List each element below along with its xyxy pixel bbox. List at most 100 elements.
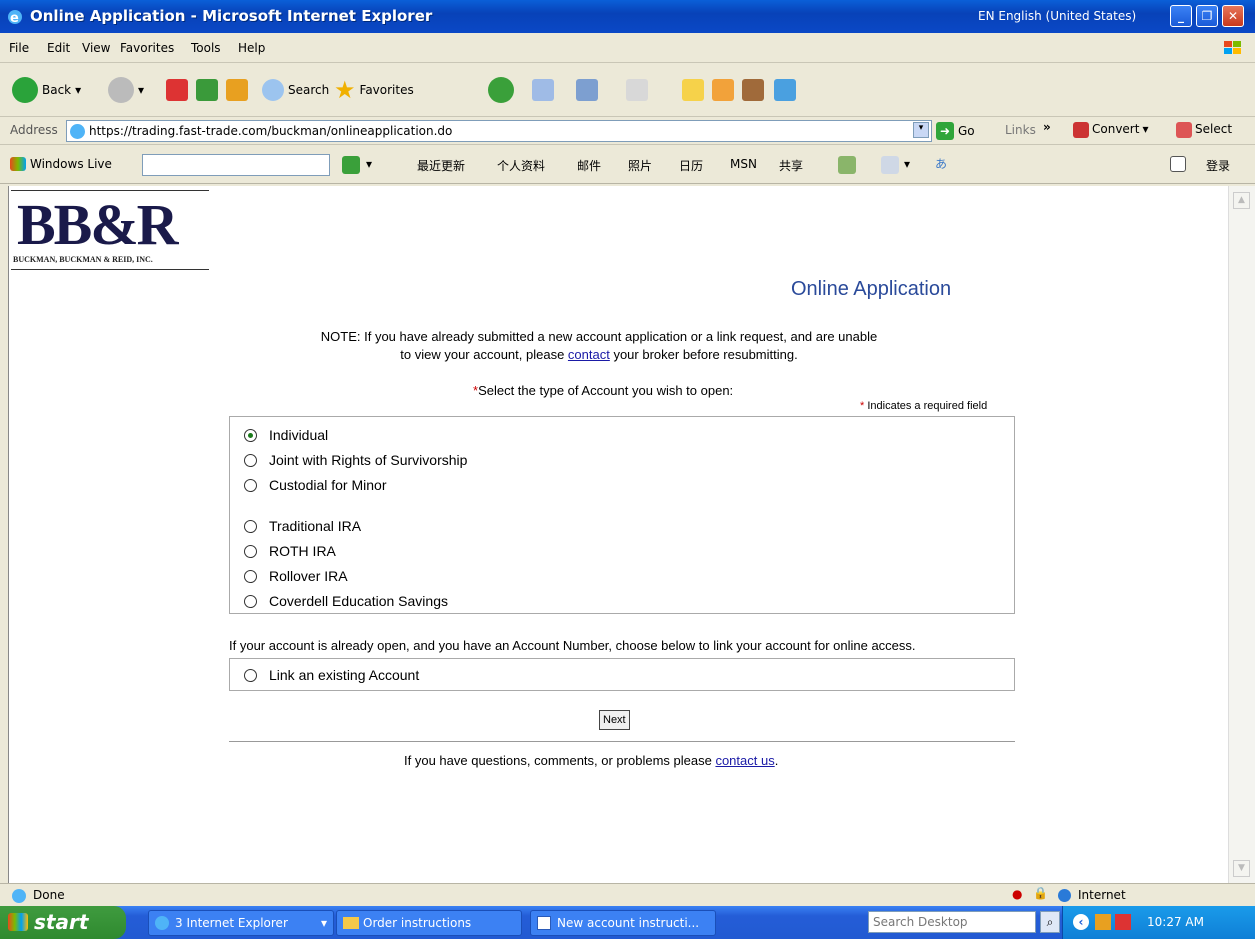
menu-help[interactable]: Help <box>238 41 265 55</box>
option-individual[interactable]: Individual <box>244 427 328 443</box>
live-search-icon[interactable] <box>342 156 360 174</box>
form-fill-dropdown[interactable]: ▾ <box>904 157 910 171</box>
contact-us-link[interactable]: contact us <box>715 753 774 768</box>
go-button[interactable]: ➜ Go <box>936 122 975 140</box>
links-label[interactable]: Links <box>1005 123 1036 137</box>
mail-icon[interactable] <box>532 79 554 101</box>
note-icon[interactable] <box>682 79 704 101</box>
tray-security-icon[interactable] <box>1115 914 1131 930</box>
bbr-logo[interactable]: BB&R BUCKMAN, BUCKMAN & REID, INC. <box>11 190 209 270</box>
menu-edit[interactable]: Edit <box>47 41 70 55</box>
next-button[interactable]: Next <box>599 710 630 730</box>
ie-task-icon <box>155 916 169 930</box>
pen-icon[interactable] <box>712 79 734 101</box>
tray-network-icon[interactable] <box>1095 914 1111 930</box>
live-item-photos[interactable]: 照片 <box>628 157 652 174</box>
required-note: * Indicates a required field <box>860 400 988 412</box>
live-item-msn[interactable]: MSN <box>730 157 757 171</box>
links-chevron-icon[interactable]: » <box>1043 120 1051 134</box>
live-item-calendar[interactable]: 日历 <box>679 157 703 174</box>
restore-button[interactable]: ❐ <box>1196 5 1218 27</box>
checkbox-icon[interactable] <box>1170 156 1186 172</box>
radio-roth-ira[interactable] <box>244 544 257 558</box>
convert-button[interactable]: Convert ▾ <box>1073 122 1148 138</box>
window-titlebar[interactable]: e Online Application - Microsoft Interne… <box>0 0 1255 33</box>
tray-expand-icon[interactable]: ‹ <box>1073 914 1089 930</box>
folder-icon <box>343 917 359 929</box>
desktop-search-icon[interactable]: ⌕ <box>1040 911 1060 933</box>
option-joint[interactable]: Joint with Rights of Survivorship <box>244 452 467 468</box>
back-button[interactable]: Back ▾ <box>12 77 81 103</box>
radio-coverdell[interactable] <box>244 594 257 608</box>
radio-joint[interactable] <box>244 453 257 467</box>
form-fill-icon[interactable] <box>881 156 899 174</box>
task-order-instructions[interactable]: Order instructions <box>336 910 522 936</box>
refresh-icon[interactable] <box>196 79 218 101</box>
status-text: Done <box>33 888 65 902</box>
radio-traditional-ira[interactable] <box>244 519 257 533</box>
contact-link[interactable]: contact <box>568 347 610 362</box>
account-type-group: Individual Joint with Rights of Survivor… <box>229 416 1015 614</box>
menu-tools[interactable]: Tools <box>191 41 221 55</box>
translate-icon[interactable]: あ <box>935 155 947 172</box>
address-label: Address <box>10 123 58 137</box>
live-item-profile[interactable]: 个人资料 <box>497 157 545 174</box>
radio-rollover-ira[interactable] <box>244 569 257 583</box>
option-traditional-ira[interactable]: Traditional IRA <box>244 518 361 534</box>
forward-button[interactable]: ▾ <box>108 77 144 103</box>
option-link-account[interactable]: Link an existing Account <box>244 667 419 683</box>
close-button[interactable]: ✕ <box>1222 5 1244 27</box>
vertical-scrollbar[interactable]: ▲ ▼ <box>1228 186 1255 883</box>
research-icon[interactable] <box>742 79 764 101</box>
menu-view[interactable]: View <box>82 41 110 55</box>
system-tray: ‹ 10:27 AM <box>1062 906 1255 939</box>
live-item-recent[interactable]: 最近更新 <box>417 157 465 174</box>
start-button[interactable]: start <box>0 906 126 939</box>
menu-file[interactable]: File <box>9 41 29 55</box>
address-input[interactable]: https://trading.fast-trade.com/buckman/o… <box>66 120 932 142</box>
page-title: Online Application <box>791 278 952 300</box>
login-link[interactable]: 登录 <box>1206 157 1230 174</box>
page-status-icon <box>12 889 26 903</box>
page-icon <box>70 124 85 139</box>
address-dropdown[interactable]: ▾ <box>913 122 929 138</box>
scroll-up-button[interactable]: ▲ <box>1233 192 1250 209</box>
home-icon[interactable] <box>226 79 248 101</box>
favorites-button[interactable]: ★ Favorites <box>334 76 414 104</box>
history-icon[interactable] <box>488 77 514 103</box>
option-custodial[interactable]: Custodial for Minor <box>244 477 387 493</box>
forward-arrow-icon <box>108 77 134 103</box>
task-internet-explorer[interactable]: 3 Internet Explorer ▾ <box>148 910 334 936</box>
windows-live-search-input[interactable] <box>142 154 330 176</box>
task-group-arrow[interactable]: ▾ <box>321 911 327 935</box>
zone-label[interactable]: Internet <box>1078 888 1126 902</box>
note-line-2: to view your account, please contact you… <box>400 347 798 362</box>
edit-word-icon[interactable] <box>626 79 648 101</box>
radio-individual[interactable] <box>244 428 257 442</box>
print-icon[interactable] <box>576 79 598 101</box>
option-coverdell[interactable]: Coverdell Education Savings <box>244 593 448 609</box>
option-rollover-ira[interactable]: Rollover IRA <box>244 568 348 584</box>
option-roth-ira[interactable]: ROTH IRA <box>244 543 336 559</box>
stop-icon[interactable] <box>166 79 188 101</box>
live-item-share[interactable]: 共享 <box>779 157 803 174</box>
link-account-group: Link an existing Account <box>229 658 1015 691</box>
clock[interactable]: 10:27 AM <box>1147 915 1204 929</box>
radio-custodial[interactable] <box>244 478 257 492</box>
popup-blocker-icon[interactable]: ● <box>1012 887 1022 901</box>
scroll-down-button[interactable]: ▼ <box>1233 860 1250 877</box>
messenger-icon[interactable] <box>774 79 796 101</box>
search-options-dropdown[interactable]: ▾ <box>366 157 372 171</box>
select-button[interactable]: Select <box>1176 122 1232 138</box>
live-item-mail[interactable]: 邮件 <box>577 157 601 174</box>
desktop-search-input[interactable]: Search Desktop <box>868 911 1036 933</box>
search-button[interactable]: Search <box>262 77 329 103</box>
radio-link-account[interactable] <box>244 668 257 682</box>
lock-icon[interactable]: 🔒 <box>1033 886 1048 900</box>
blog-icon[interactable] <box>838 156 856 174</box>
windows-live-button[interactable]: Windows Live <box>10 157 112 171</box>
minimize-button[interactable]: _ <box>1170 5 1192 27</box>
task-new-account-instructions[interactable]: New account instructi... <box>530 910 716 936</box>
language-indicator[interactable]: EN English (United States) <box>978 9 1136 23</box>
menu-favorites[interactable]: Favorites <box>120 41 174 55</box>
